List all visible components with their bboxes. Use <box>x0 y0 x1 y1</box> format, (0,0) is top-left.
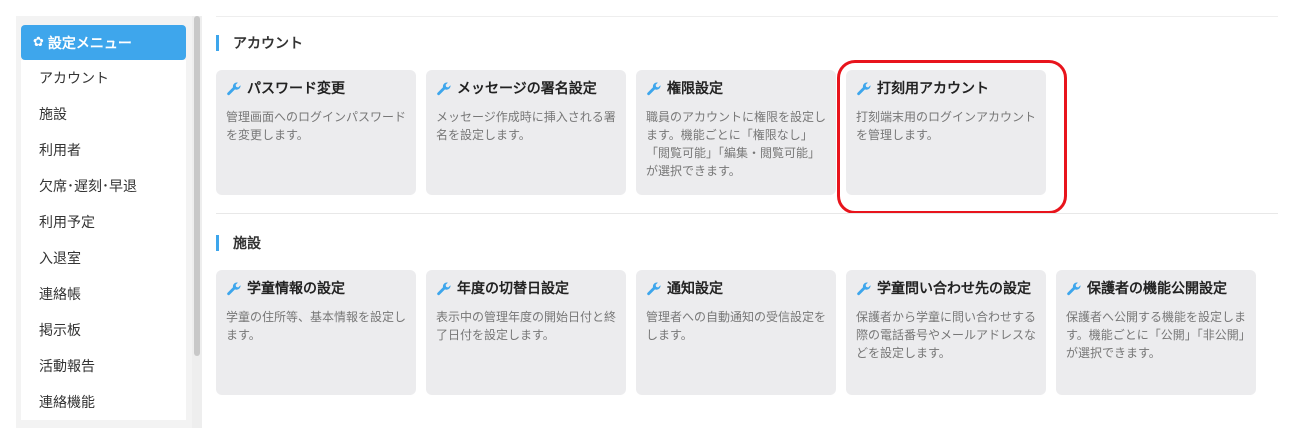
sidebar-item-bulletin-board[interactable]: 掲示板 <box>21 312 186 348</box>
card-title: 権限設定 <box>667 81 723 97</box>
sidebar-item-entry-exit[interactable]: 入退室 <box>21 240 186 276</box>
card-description: 職員のアカウントに権限を設定します。機能ごとに「権限なし」「閲覧可能」「編集・閲… <box>646 110 827 178</box>
section-divider <box>216 213 1278 214</box>
section-title-account: アカウント <box>216 33 303 53</box>
card-description: 保護者へ公開する機能を設定します。機能ごとに「公開」「非公開」が選択できます。 <box>1066 310 1247 360</box>
card-title: 学童情報の設定 <box>247 281 345 297</box>
card-guardian-feature-visibility[interactable]: 保護者の機能公開設定 保護者へ公開する機能を設定します。機能ごとに「公開」「非公… <box>1056 270 1256 395</box>
card-description: 学童の住所等、基本情報を設定します。 <box>226 310 407 342</box>
card-description: 保護者から学童に問い合わせする際の電話番号やメールアドレスなどを設定します。 <box>856 310 1037 360</box>
sidebar-item-activity-report[interactable]: 活動報告 <box>21 348 186 384</box>
card-title: パスワード変更 <box>247 81 345 97</box>
settings-menu-label: 設定メニュー <box>47 35 132 52</box>
card-description: 管理画面へのログインパスワードを変更します。 <box>226 110 407 142</box>
card-title: メッセージの署名設定 <box>457 81 597 97</box>
card-description: メッセージ作成時に挿入される署名を設定します。 <box>436 110 616 142</box>
wrench-icon <box>227 282 241 296</box>
wrench-icon <box>857 282 871 296</box>
card-title: 年度の切替日設定 <box>457 281 569 297</box>
sidebar-item-contact-features[interactable]: 連絡機能 <box>21 384 186 420</box>
card-fiscal-year-switch[interactable]: 年度の切替日設定 表示中の管理年度の開始日付と終了日付を設定します。 <box>426 270 626 395</box>
wrench-icon <box>437 82 451 96</box>
card-description: 表示中の管理年度の開始日付と終了日付を設定します。 <box>436 310 617 342</box>
sidebar-item-users[interactable]: 利用者 <box>21 132 186 168</box>
section-title-facility: 施設 <box>216 233 261 253</box>
highlight-outline <box>837 60 1067 214</box>
sidebar-scrollbar-thumb[interactable] <box>194 16 200 356</box>
wrench-icon <box>1067 282 1081 296</box>
card-title: 保護者の機能公開設定 <box>1087 281 1227 297</box>
sidebar-item-facility[interactable]: 施設 <box>21 96 186 132</box>
card-title: 学童問い合わせ先の設定 <box>877 281 1031 297</box>
card-password-change[interactable]: パスワード変更 管理画面へのログインパスワードを変更します。 <box>216 70 416 195</box>
card-title: 通知設定 <box>667 281 723 297</box>
gear-icon: ✿ <box>33 35 44 50</box>
card-notification-settings[interactable]: 通知設定 管理者への自動通知の受信設定をします。 <box>636 270 836 395</box>
sidebar-item-schedule[interactable]: 利用予定 <box>21 204 186 240</box>
wrench-icon <box>647 82 661 96</box>
wrench-icon <box>647 282 661 296</box>
sidebar-item-account[interactable]: アカウント <box>21 60 186 96</box>
card-permission-settings[interactable]: 権限設定 職員のアカウントに権限を設定します。機能ごとに「権限なし」「閲覧可能」… <box>636 70 836 195</box>
section-accent-bar <box>216 35 219 51</box>
card-description: 管理者への自動通知の受信設定をします。 <box>646 310 827 342</box>
card-message-signature[interactable]: メッセージの署名設定 メッセージ作成時に挿入される署名を設定します。 <box>426 70 626 195</box>
section-title-label: 施設 <box>233 236 261 252</box>
card-school-info[interactable]: 学童情報の設定 学童の住所等、基本情報を設定します。 <box>216 270 416 395</box>
sidebar-menu: アカウント 施設 利用者 欠席･遅刻･早退 利用予定 入退室 連絡帳 掲示板 活… <box>21 60 186 420</box>
sidebar-item-absence[interactable]: 欠席･遅刻･早退 <box>21 168 186 204</box>
wrench-icon <box>227 82 241 96</box>
wrench-icon <box>437 282 451 296</box>
sidebar-item-contact-book[interactable]: 連絡帳 <box>21 276 186 312</box>
settings-menu-header[interactable]: ✿ 設定メニュー <box>21 25 186 60</box>
section-title-label: アカウント <box>233 36 303 52</box>
main-top-divider <box>216 16 1278 17</box>
card-inquiry-contact[interactable]: 学童問い合わせ先の設定 保護者から学童に問い合わせする際の電話番号やメールアドレ… <box>846 270 1046 395</box>
section-accent-bar <box>216 235 219 251</box>
